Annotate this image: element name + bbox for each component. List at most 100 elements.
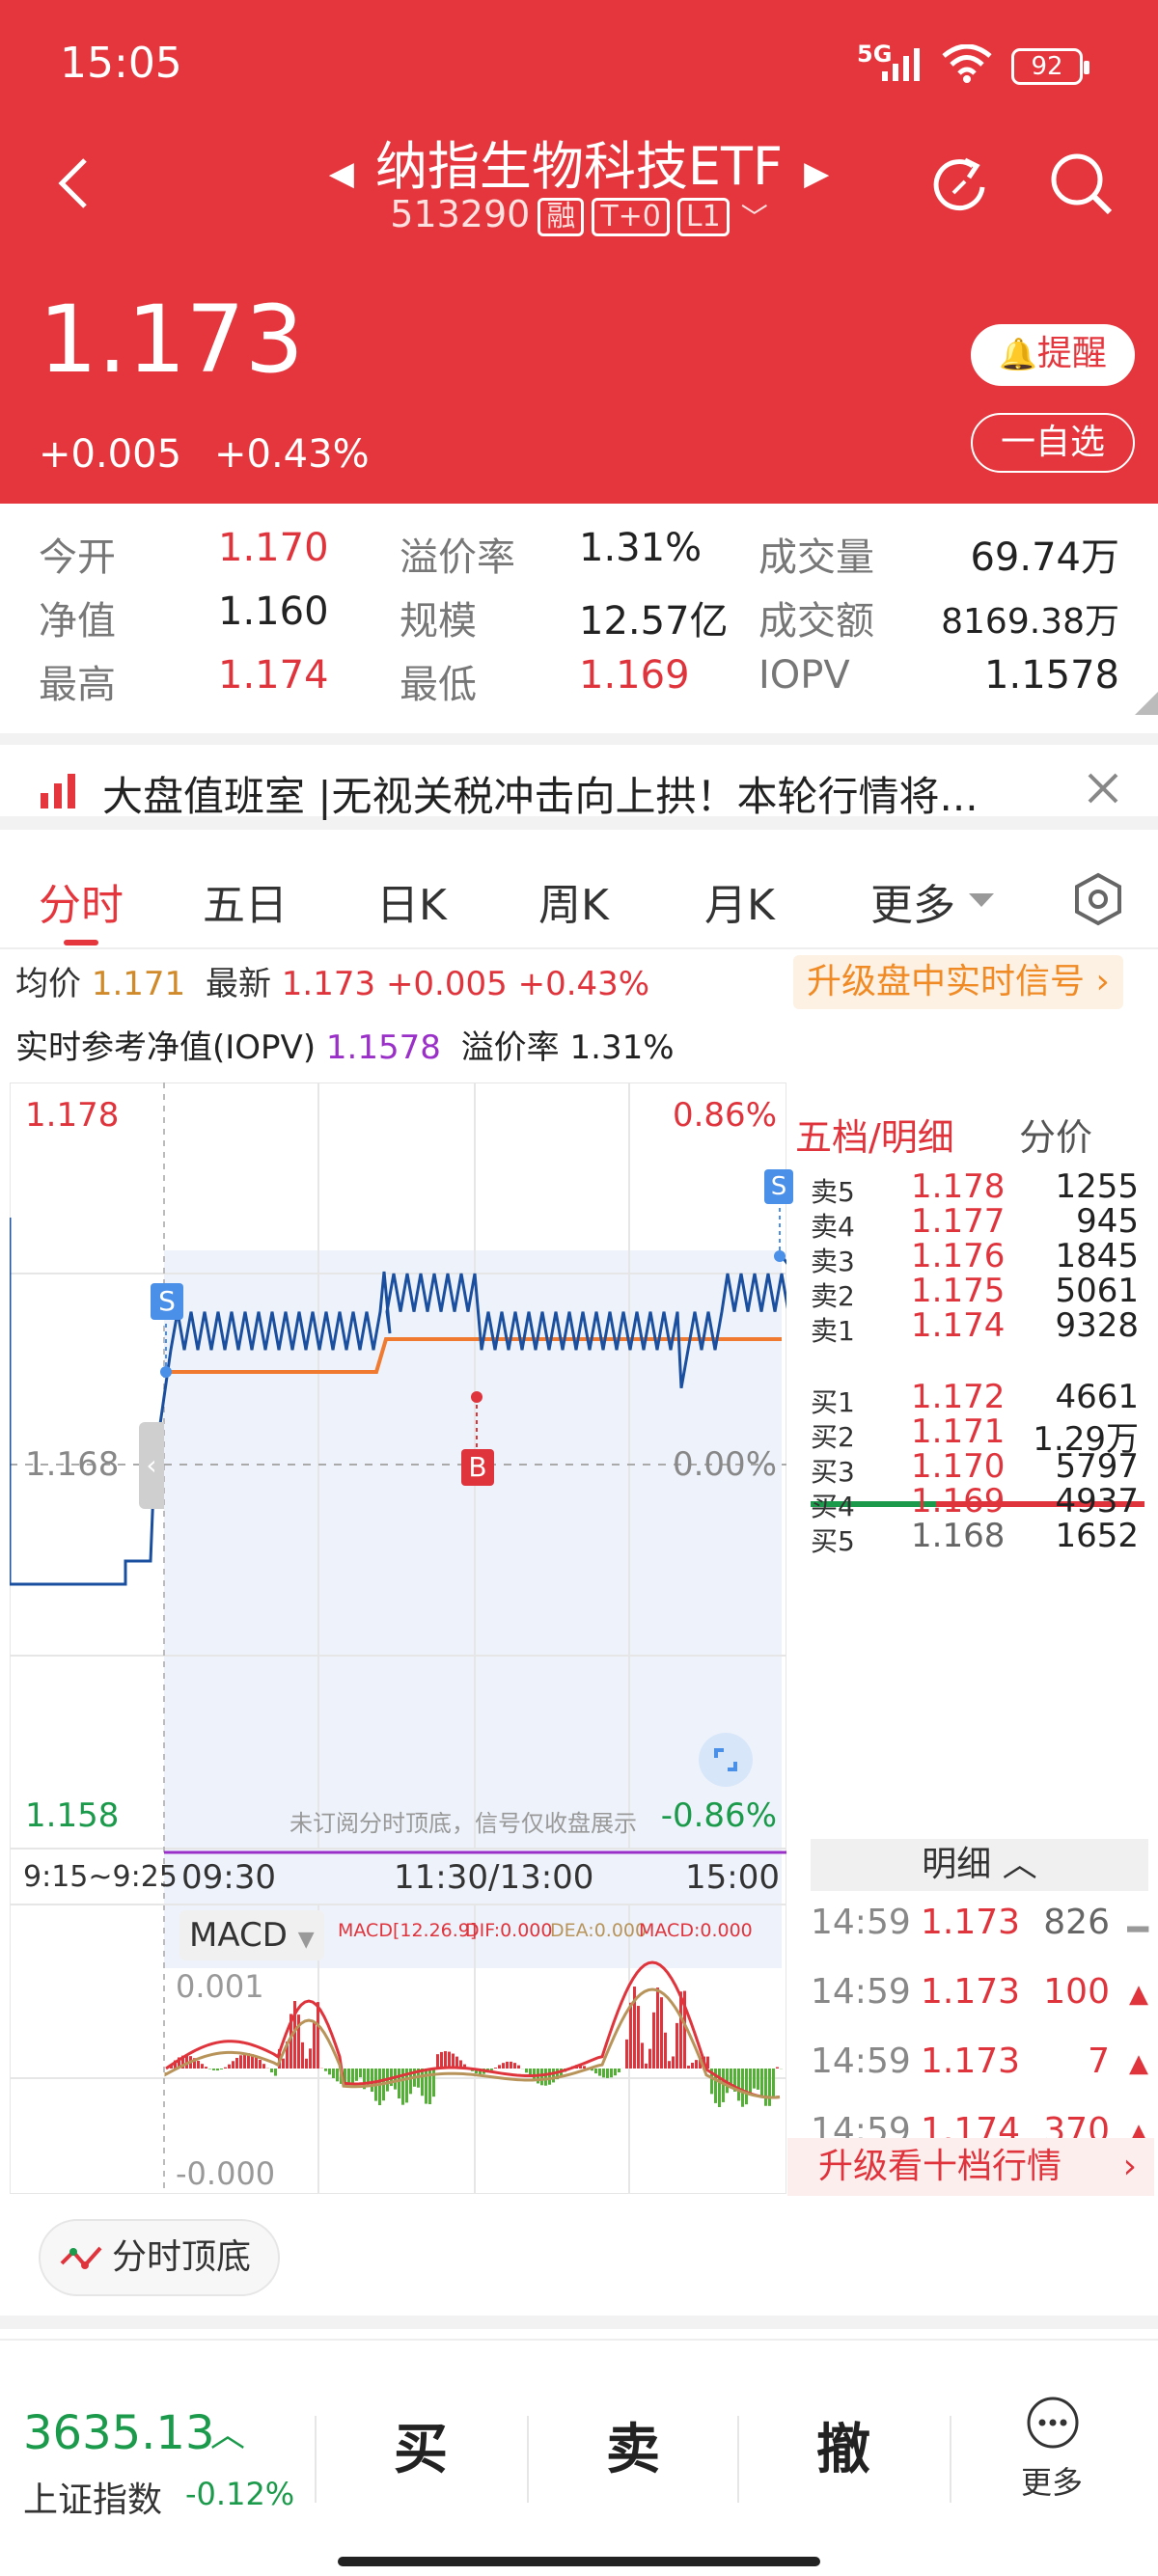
scale-value: 12.57亿 — [579, 599, 729, 644]
iopv-ref-label: 实时参考净值(IOPV) — [15, 1028, 317, 1067]
latest-label: 最新 — [205, 965, 271, 1003]
bell-icon: 🔔 — [999, 336, 1037, 372]
buy-button[interactable]: 买 — [394, 2406, 448, 2484]
current-price: 1.173 — [39, 286, 304, 394]
battery-icon: 92 — [1011, 48, 1089, 85]
tab-5day[interactable]: 五日 — [203, 870, 288, 932]
open-label: 今开 — [39, 535, 116, 580]
bid-volume: 1652 — [1055, 1517, 1139, 1555]
trade-price: 1.173 — [921, 1903, 1021, 1942]
macd-axis-bottom: -0.000 — [176, 2155, 276, 2192]
intraday-chart[interactable]: S S B ‹ 1.178 1.168 1.158 0.86% 0.00% -0… — [10, 1082, 793, 2194]
volume-value: 69.74万 — [970, 535, 1119, 580]
stats-panel: 今开 1.170 溢价率 1.31% 成交量 69.74万 净值 1.160 规… — [0, 507, 1158, 721]
topbottom-button[interactable]: 分时顶底 — [39, 2219, 280, 2296]
prev-stock-icon[interactable]: ◀ — [329, 154, 354, 193]
tab-daily[interactable]: 日K — [376, 870, 447, 932]
sell-button[interactable]: 卖 — [606, 2406, 660, 2484]
tab-monthly[interactable]: 月K — [704, 870, 775, 932]
trend-icon — [60, 2246, 102, 2269]
detail-label: 明细 — [922, 1845, 992, 1884]
fullscreen-button[interactable] — [699, 1733, 753, 1787]
index-value[interactable]: 3635.13 — [23, 2406, 215, 2460]
refresh-icon[interactable] — [926, 152, 994, 220]
watchlist-button[interactable]: 一自选 — [971, 413, 1135, 473]
upgrade-level10-button[interactable]: 升级看十档行情 › — [787, 2138, 1154, 2196]
settings-icon[interactable] — [1073, 872, 1123, 926]
chevron-down-icon[interactable]: ﹀ — [741, 202, 768, 233]
iopv-label: IOPV — [758, 653, 850, 698]
nav-label: 净值 — [39, 599, 116, 644]
high-value: 1.174 — [218, 653, 329, 698]
info-premium-label: 溢价率 — [460, 1028, 560, 1067]
search-icon[interactable] — [1048, 151, 1116, 218]
collapse-handle[interactable]: ‹ — [139, 1422, 164, 1509]
ask-row[interactable]: 卖1 1.174 9328 — [811, 1299, 1148, 1357]
latest-value: 1.173 — [281, 965, 376, 1003]
time-label: 11:30/13:00 — [394, 1858, 594, 1897]
cancel-order-button[interactable]: 撤 — [816, 2406, 870, 2484]
info-line-iopv: 实时参考净值(IOPV) 1.1578 溢价率 1.31% — [15, 1021, 675, 1068]
y-axis-mid: 1.168 — [25, 1445, 120, 1484]
nav-value: 1.160 — [218, 589, 329, 634]
tab-more[interactable]: 更多 — [870, 870, 955, 932]
time-label: 09:30 — [181, 1858, 276, 1897]
price-change: +0.005 — [39, 432, 182, 477]
y-axis-max: 1.178 — [25, 1096, 120, 1135]
tab-weekly[interactable]: 周K — [538, 870, 609, 932]
bid-row[interactable]: 买5 1.168 1652 — [811, 1509, 1148, 1567]
index-name[interactable]: 上证指数 — [23, 2472, 162, 2522]
trade-time: 14:59 — [811, 2042, 911, 2081]
status-time: 15:05 — [60, 39, 182, 88]
pct-axis-min: -0.86% — [660, 1796, 777, 1835]
chevron-right-icon: › — [1095, 962, 1110, 1001]
caret-down-icon: ▼ — [297, 1928, 315, 1952]
premium-label: 溢价率 — [400, 535, 515, 580]
macd-selector[interactable]: MACD ▼ — [179, 1910, 324, 1960]
close-icon[interactable] — [1087, 772, 1119, 805]
next-stock-icon[interactable]: ▶ — [804, 154, 829, 193]
detail-toggle[interactable]: 明细 ︿ — [811, 1839, 1148, 1891]
bid-price: 1.168 — [911, 1517, 1006, 1555]
low-value: 1.169 — [579, 653, 690, 698]
stock-code: 513290 — [390, 193, 531, 235]
ask-volume: 9328 — [1055, 1306, 1139, 1345]
tab-intraday[interactable]: 分时 — [39, 870, 124, 932]
info-line-price: 均价 1.171 最新 1.173 +0.005 +0.43% — [15, 957, 649, 1004]
iopv-value: 1.1578 — [984, 653, 1119, 698]
macd-value: MACD:0.000 — [639, 1920, 753, 1941]
avg-label: 均价 — [15, 965, 81, 1003]
expand-corner-icon[interactable] — [1135, 692, 1158, 715]
more-label[interactable]: 更多 — [1021, 2458, 1083, 2503]
sell-signal-marker[interactable]: S — [151, 1283, 183, 1320]
more-icon[interactable] — [1025, 2395, 1081, 2451]
news-banner[interactable]: 大盘值班室 |无视关税冲击向上拱！本轮行情将... — [0, 733, 1158, 830]
alert-button[interactable]: 🔔提醒 — [971, 324, 1135, 386]
news-text: 大盘值班室 |无视关税冲击向上拱！本轮行情将... — [102, 773, 979, 820]
tab-orderbook[interactable]: 五档/明细 — [795, 1108, 954, 1161]
info-premium-value: 1.31% — [569, 1028, 675, 1067]
home-indicator[interactable] — [338, 2557, 820, 2566]
macd-axis-top: 0.001 — [176, 1968, 264, 2005]
premium-value: 1.31% — [579, 526, 703, 570]
intraday-chart-svg — [10, 1082, 786, 2194]
buy-signal-marker[interactable]: B — [461, 1449, 494, 1486]
upgrade-level10-label: 升级看十档行情 — [818, 2147, 1062, 2186]
header: 15:05 5G 92 ◀ 纳指生物科技ETF ▶ 513290 融 T+0 L1 ﹀ 1.… — [0, 0, 1158, 504]
ask-level: 卖1 — [811, 1315, 855, 1347]
amount-label: 成交额 — [758, 599, 874, 644]
neutral-dash-icon: ━ — [1127, 1910, 1148, 1950]
fullscreen-icon — [714, 1748, 737, 1771]
tag-margin: 融 — [538, 197, 585, 236]
trade-price: 1.173 — [921, 2042, 1021, 2081]
price-change-pct: +0.43% — [214, 432, 370, 477]
upgrade-signal-button[interactable]: 升级盘中实时信号 › — [793, 955, 1123, 1009]
trade-time: 14:59 — [811, 1972, 911, 2012]
tab-price-distribution[interactable]: 分价 — [1019, 1108, 1092, 1161]
iopv-ref-value: 1.1578 — [325, 1028, 441, 1067]
low-label: 最低 — [400, 663, 477, 707]
signal-icon — [882, 48, 920, 81]
time-label: 15:00 — [685, 1858, 780, 1897]
stock-name[interactable]: 纳指生物科技ETF — [375, 136, 783, 197]
caret-down-icon[interactable] — [969, 893, 994, 909]
